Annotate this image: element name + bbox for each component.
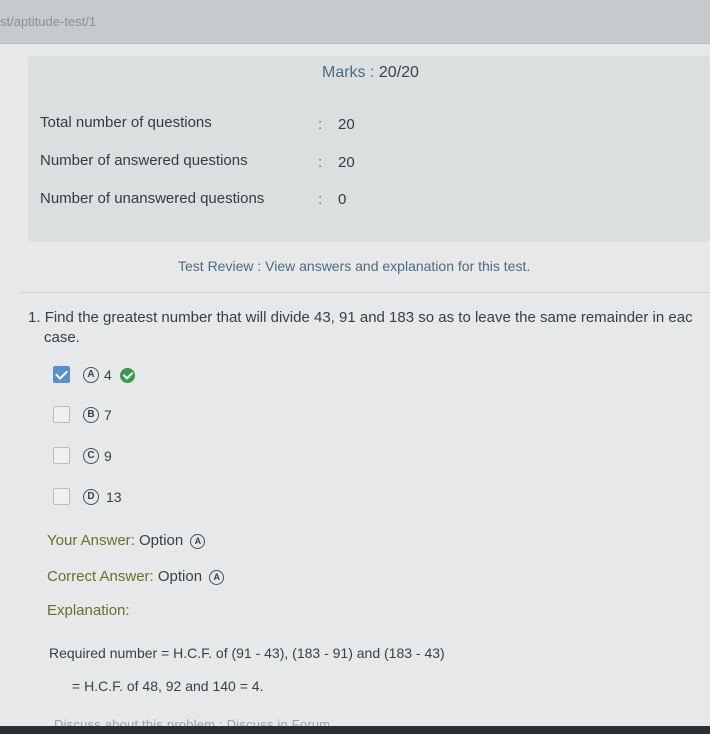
option-d-letter: D <box>83 489 99 505</box>
question-line-2: case. <box>44 329 80 346</box>
your-answer-label: Your Answer: <box>47 532 135 549</box>
option-a-checkbox[interactable] <box>53 366 70 383</box>
total-questions-label: Total number of questions <box>40 114 212 131</box>
summary-panel <box>28 56 710 242</box>
browser-address-bar[interactable]: st/aptitude-test/1 <box>0 0 710 44</box>
correct-answer: Correct Answer: Option A <box>47 568 225 585</box>
marks-value: 20/20 <box>378 64 419 81</box>
option-a-letter: A <box>83 367 99 383</box>
marks-label: Marks : <box>322 64 379 81</box>
option-b-letter: B <box>83 407 99 423</box>
your-answer-letter: A <box>190 534 206 549</box>
unanswered-questions-colon: : <box>318 191 323 208</box>
correct-answer-option-label: Option <box>157 568 203 585</box>
correct-answer-label: Correct Answer: <box>47 568 154 585</box>
screen-bezel <box>0 726 710 734</box>
explanation-label: Explanation: <box>47 602 130 619</box>
correct-answer-letter: A <box>209 570 225 585</box>
question-number: 1. <box>28 309 41 326</box>
marks-display: Marks : 20/20 <box>322 64 419 82</box>
your-answer-option-label: Option <box>139 532 184 549</box>
option-c-value: 9 <box>104 448 112 464</box>
solution-line-2: = H.C.F. of 48, 92 and 140 = 4. <box>72 678 264 694</box>
correct-check-icon <box>120 368 135 383</box>
answered-questions-value: 20 <box>338 154 355 171</box>
section-divider <box>20 292 710 293</box>
total-questions-colon: : <box>318 116 323 133</box>
option-d-value: 13 <box>106 489 122 505</box>
your-answer: Your Answer: Option A <box>47 532 206 549</box>
question-line-1: Find the greatest number that will divid… <box>44 309 693 326</box>
answered-questions-colon: : <box>318 154 323 171</box>
option-c-checkbox[interactable] <box>53 447 70 464</box>
option-b-value: 7 <box>104 407 112 423</box>
test-review-heading: Test Review : View answers and explanati… <box>178 258 531 274</box>
option-d-checkbox[interactable] <box>53 488 70 505</box>
url-text: st/aptitude-test/1 <box>0 14 97 29</box>
answered-questions-label: Number of answered questions <box>40 152 248 169</box>
question-text: 1. Find the greatest number that will di… <box>28 308 710 328</box>
total-questions-value: 20 <box>338 116 355 133</box>
option-a-value: 4 <box>104 367 112 383</box>
option-c-letter: C <box>83 448 99 464</box>
unanswered-questions-value: 0 <box>338 191 347 208</box>
unanswered-questions-label: Number of unanswered questions <box>40 190 265 207</box>
option-b-checkbox[interactable] <box>53 406 70 423</box>
solution-line-1: Required number = H.C.F. of (91 - 43), (… <box>49 645 445 661</box>
